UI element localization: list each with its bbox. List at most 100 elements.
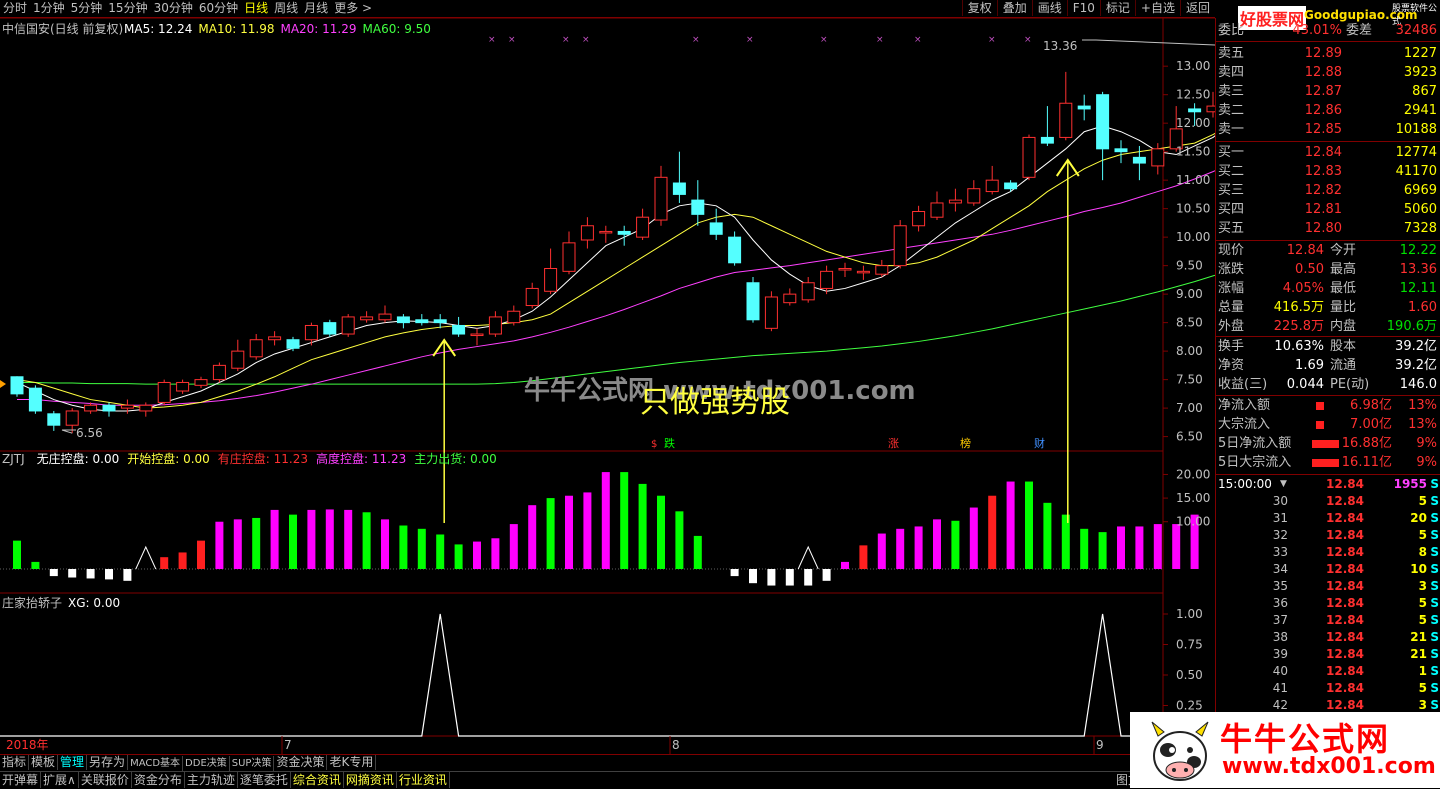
stat-label-2: 内盘	[1330, 319, 1357, 334]
tick-time: 33	[1272, 545, 1288, 559]
indicator1-bar	[362, 512, 371, 569]
tick-side: S	[1430, 528, 1439, 542]
event-marker-finance[interactable]: 财	[1034, 437, 1045, 451]
flow-row: 5日大宗流入 16.11亿 9%	[1216, 454, 1440, 472]
period-1min[interactable]: 1分钟	[30, 0, 68, 16]
tick-vol: 1	[1418, 664, 1427, 678]
f10-button[interactable]: F10	[1066, 0, 1100, 16]
ma60-line	[17, 274, 1215, 385]
add-watchlist-button[interactable]: +自选	[1134, 0, 1180, 16]
tick-vol: 21	[1410, 647, 1427, 661]
restore-rights-button[interactable]: 复权	[961, 0, 997, 16]
overlay-button[interactable]: 叠加	[996, 0, 1032, 16]
stat-label: 外盘	[1218, 319, 1245, 334]
indicator1-tick-label: 10.00	[1176, 515, 1210, 529]
tab-indicator[interactable]: 指标	[0, 755, 30, 770]
candle-body	[525, 287, 539, 307]
indicator2-name: 庄家抬轿子	[2, 596, 63, 610]
indicator1-bar	[325, 509, 334, 569]
stat-row: 涨跌 0.50 最高 13.36	[1216, 261, 1440, 279]
indicator1-bar	[289, 514, 297, 569]
indicator1-name: ZJTJ	[2, 452, 25, 466]
period-more[interactable]: 更多 >	[331, 0, 375, 16]
candle-body	[764, 296, 778, 329]
candle-body	[672, 182, 686, 195]
indicator1-bar	[896, 528, 905, 569]
bid-row: 买三 12.82 6969	[1216, 182, 1440, 200]
event-marker-up[interactable]: 涨	[888, 437, 899, 451]
stat-value-2: 190.6万	[1386, 319, 1437, 334]
candle-body	[838, 267, 852, 271]
status-news[interactable]: 综合资讯	[291, 772, 344, 788]
candle-body	[1077, 105, 1091, 110]
candle-body	[452, 324, 466, 335]
tick-row: 33 12.84 8 S	[1216, 544, 1440, 561]
indicator1-triangle	[135, 545, 157, 570]
event-marker-down[interactable]: 跌	[664, 437, 675, 451]
stat-row: 总量 416.5万 量比 1.60	[1216, 299, 1440, 317]
signal-x-marker: ×	[914, 35, 922, 45]
tick-row: 31 12.84 20 S	[1216, 510, 1440, 527]
period-fenshi[interactable]: 分时	[0, 0, 30, 16]
status-main-track[interactable]: 主力轨迹	[185, 772, 238, 788]
bid-label: 买二	[1218, 164, 1245, 179]
tab-template[interactable]: 模板	[29, 755, 59, 770]
tick-side: S	[1430, 579, 1439, 593]
tick-side: S	[1430, 511, 1439, 525]
tab-macd[interactable]: MACD基本	[128, 756, 184, 771]
candle-body	[378, 313, 392, 321]
tick-price: 12.84	[1326, 664, 1364, 678]
candle-body	[1004, 182, 1018, 190]
period-15min[interactable]: 15分钟	[105, 0, 150, 16]
period-5min[interactable]: 5分钟	[68, 0, 106, 16]
indicator1-bar	[491, 538, 500, 569]
bid-price: 12.82	[1304, 183, 1342, 198]
price-tick-label: 7.50	[1176, 373, 1203, 387]
mark-button[interactable]: 标记	[1099, 0, 1135, 16]
tick-vol: 5	[1418, 596, 1427, 610]
status-industry-news[interactable]: 行业资讯	[397, 772, 450, 788]
signal-x-marker: ×	[488, 35, 496, 45]
info-label: 换手	[1218, 339, 1245, 354]
event-marker-rank[interactable]: 榜	[960, 437, 971, 451]
candle-body	[654, 176, 668, 221]
stat-row: 现价 12.84 今开 12.22	[1216, 242, 1440, 260]
brand-watermark-url: www.tdx001.com	[1222, 754, 1436, 779]
status-related-quote[interactable]: 关联报价	[79, 772, 132, 788]
period-30min[interactable]: 30分钟	[151, 0, 196, 16]
period-60min[interactable]: 60分钟	[196, 0, 241, 16]
stat-value-2: 13.36	[1399, 262, 1437, 277]
period-weekly[interactable]: 周线	[271, 0, 301, 16]
tab-laok[interactable]: 老K专用	[327, 755, 377, 770]
tab-sup[interactable]: SUP决策	[230, 756, 275, 771]
tick-side: S	[1430, 494, 1439, 508]
stat-value: 225.8万	[1273, 319, 1324, 334]
period-monthly[interactable]: 月线	[301, 0, 331, 16]
flow-value: 16.88亿	[1341, 436, 1392, 451]
tab-save-as[interactable]: 另存为	[87, 755, 129, 770]
status-capital-dist[interactable]: 资金分布	[132, 772, 185, 788]
flow-row: 5日净流入额 16.88亿 9%	[1216, 435, 1440, 453]
flow-label: 5日大宗流入	[1218, 455, 1292, 470]
status-danmaku[interactable]: 开弹幕	[0, 772, 42, 788]
status-web-news[interactable]: 网摘资讯	[344, 772, 397, 788]
period-daily[interactable]: 日线	[241, 0, 271, 16]
indicator1-bar	[123, 569, 132, 581]
tick-vol: 5	[1418, 613, 1427, 627]
status-bar: 开弹幕 扩展∧ 关联报价 资金分布 主力轨迹 逐笔委托 综合资讯 网摘资讯 行业资讯	[0, 771, 1215, 789]
event-marker-dollar[interactable]: $	[651, 438, 657, 452]
draw-line-button[interactable]: 画线	[1031, 0, 1067, 16]
candle-body	[212, 364, 226, 381]
ask-row: 卖一 12.85 10188	[1216, 121, 1440, 139]
tab-capital[interactable]: 资金决策	[274, 755, 328, 770]
indicator1-bar	[1080, 528, 1089, 569]
candle-body	[691, 199, 705, 215]
ask-vol: 2941	[1403, 103, 1437, 118]
indicator1-bar	[914, 526, 923, 569]
status-expand[interactable]: 扩展∧	[41, 772, 79, 788]
tab-manage[interactable]: 管理	[58, 755, 88, 770]
candle-body	[746, 282, 760, 321]
status-tick-order[interactable]: 逐笔委托	[238, 772, 291, 788]
back-button[interactable]: 返回	[1179, 0, 1215, 16]
tab-dde[interactable]: DDE决策	[183, 756, 230, 771]
